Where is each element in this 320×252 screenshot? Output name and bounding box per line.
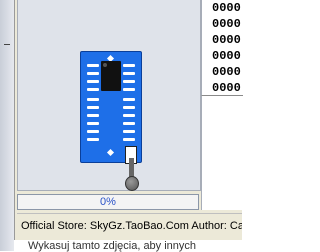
socket-pin — [123, 122, 135, 125]
chip-icon — [101, 61, 121, 91]
socket-pin — [87, 122, 99, 125]
hex-row: 0000 — [212, 17, 241, 31]
socket-pin — [123, 98, 135, 101]
socket-pin — [87, 114, 99, 117]
socket-pin — [123, 138, 135, 141]
dash-mark — [4, 44, 10, 45]
hex-row: 0000 — [212, 1, 241, 15]
zif-socket-board — [80, 51, 142, 164]
progress-label: 0% — [100, 196, 116, 208]
socket-pin — [87, 88, 99, 91]
socket-pin — [87, 72, 99, 75]
status-bar: Official Store: SkyGz.TaoBao.Com Author:… — [17, 213, 242, 237]
socket-pin — [87, 80, 99, 83]
socket-pin — [87, 138, 99, 141]
socket-pin — [123, 88, 135, 91]
hex-view-empty-area — [201, 96, 243, 210]
socket-pin — [87, 98, 99, 101]
socket-pin — [87, 130, 99, 133]
hex-view[interactable]: 0000 0000 0000 0000 0000 0000 — [201, 0, 243, 96]
background-window-edge — [0, 0, 14, 251]
socket-pin — [87, 64, 99, 67]
hex-row: 0000 — [212, 33, 241, 47]
socket-panel — [17, 0, 201, 191]
socket-pin — [123, 106, 135, 109]
socket-pin — [87, 106, 99, 109]
progress-bar: 0% — [17, 194, 199, 210]
socket-pin — [123, 114, 135, 117]
socket-pin — [123, 130, 135, 133]
background-window-text: Wykasuj tamto zdjęcia, aby innych — [28, 240, 197, 252]
socket-pin — [123, 80, 135, 83]
socket-pin — [123, 64, 135, 67]
hex-row: 0000 — [212, 49, 241, 63]
hex-row: 0000 — [212, 81, 241, 95]
hex-row: 0000 — [212, 65, 241, 79]
socket-pin — [123, 72, 135, 75]
zif-lever-knob[interactable] — [125, 176, 139, 191]
programmer-window: 0% 0000 0000 0000 0000 0000 0000 Officia… — [14, 0, 243, 240]
bottom-diamond-marker — [106, 148, 115, 157]
